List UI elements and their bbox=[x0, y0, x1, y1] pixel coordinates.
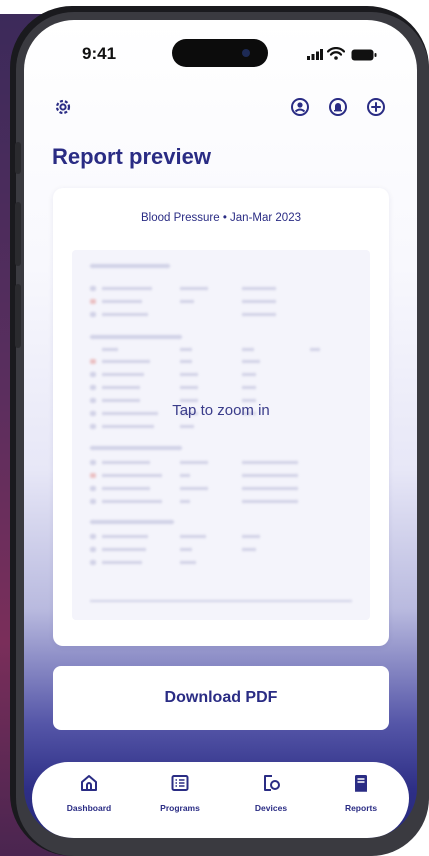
devices-icon bbox=[264, 775, 280, 791]
settings-gear-icon[interactable] bbox=[52, 96, 74, 118]
wifi-icon bbox=[327, 47, 345, 60]
zoom-hint: Tap to zoom in bbox=[172, 402, 270, 419]
tab-dashboard[interactable]: Dashboard bbox=[49, 772, 129, 813]
camera-icon bbox=[242, 49, 250, 57]
report-title: Blood Pressure • Jan-Mar 2023 bbox=[141, 212, 301, 224]
notifications-bell-icon[interactable] bbox=[327, 96, 349, 118]
report-preview-card: Blood Pressure • Jan-Mar 2023 Tap to zoo… bbox=[53, 188, 389, 646]
home-icon bbox=[81, 775, 97, 791]
report-icon bbox=[355, 775, 367, 792]
tab-devices[interactable]: Devices bbox=[231, 772, 311, 813]
dynamic-island bbox=[172, 39, 268, 67]
list-icon bbox=[171, 775, 189, 791]
status-bar: 9:41 bbox=[24, 20, 417, 80]
report-thumbnail[interactable]: Tap to zoom in bbox=[72, 250, 370, 620]
mute-switch bbox=[15, 142, 21, 174]
download-pdf-button[interactable]: Download PDF bbox=[53, 666, 389, 730]
tab-reports[interactable]: Reports bbox=[321, 772, 401, 813]
profile-icon[interactable] bbox=[289, 96, 311, 118]
add-circle-icon[interactable] bbox=[365, 96, 387, 118]
battery-icon bbox=[351, 49, 377, 61]
tab-label: Reports bbox=[344, 803, 378, 813]
phone-screen: 9:41 Report preview Blood Pressure • Jan… bbox=[24, 20, 417, 838]
signal-icon bbox=[307, 49, 323, 60]
volume-up-button bbox=[15, 202, 21, 266]
tab-label: Programs bbox=[160, 803, 200, 813]
tab-label: Devices bbox=[254, 803, 288, 813]
tab-label: Dashboard bbox=[66, 803, 112, 813]
bottom-tab-bar: Dashboard Programs Devices Reports bbox=[32, 762, 409, 838]
blurred-report-content bbox=[90, 264, 352, 602]
page-title: Report preview bbox=[52, 144, 211, 169]
tab-programs[interactable]: Programs bbox=[140, 772, 220, 813]
status-time: 9:41 bbox=[82, 44, 117, 63]
volume-down-button bbox=[15, 284, 21, 348]
